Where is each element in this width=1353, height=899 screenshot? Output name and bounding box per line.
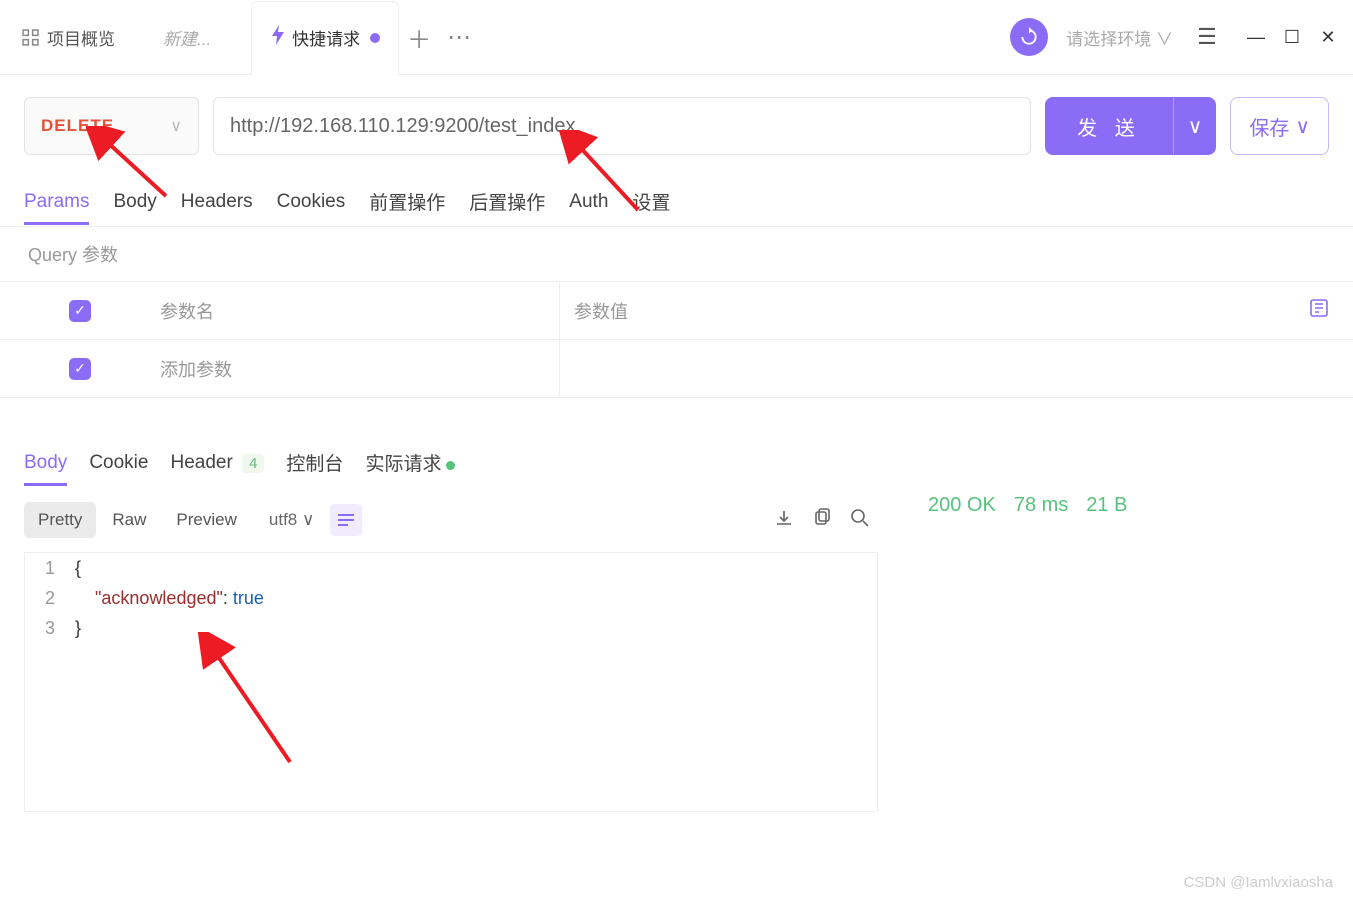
watermark: CSDN @Iamlvxiaosha [1184, 874, 1333, 891]
param-check[interactable]: ✓ [69, 358, 91, 380]
line-number: 3 [25, 618, 75, 639]
view-mode-bar: Pretty Raw Preview utf8 ∨ [24, 502, 900, 538]
status-line: 200 OK 78 ms 21 B [928, 494, 1292, 517]
tab-overview-label: 项目概览 [47, 25, 115, 50]
line-number: 2 [25, 588, 75, 609]
tab-post-script[interactable]: 后置操作 [469, 178, 545, 225]
download-button[interactable] [774, 508, 794, 533]
view-pretty[interactable]: Pretty [24, 502, 96, 538]
request-tabs: Params Body Headers Cookies 前置操作 后置操作 Au… [0, 177, 1353, 227]
copy-button[interactable] [812, 508, 832, 533]
status-size: 21 B [1086, 494, 1127, 517]
code-line: 3 } [25, 613, 877, 643]
response-status-panel: 200 OK 78 ms 21 B [900, 438, 1320, 812]
tab-new-label: 新建... [163, 25, 211, 50]
resp-tab-console[interactable]: 控制台 [286, 441, 343, 484]
encoding-select[interactable]: utf8 ∨ [269, 510, 315, 530]
save-button[interactable]: 保存 ∨ [1230, 97, 1329, 155]
param-value-header: 参数值 [560, 298, 1309, 324]
titlebar: 项目概览 新建... 快捷请求 ＋ ⋯ 请选择环境 ∨ ☰ — ☐ ✕ [0, 0, 1353, 75]
response-area: Body Cookie Header 4 控制台 实际请求 Pretty Raw… [0, 438, 1353, 812]
resp-tab-actual[interactable]: 实际请求 [365, 441, 455, 484]
bolt-icon [270, 25, 286, 50]
search-button[interactable] [850, 508, 870, 533]
bulk-edit-button[interactable] [1309, 298, 1329, 323]
param-check-all[interactable]: ✓ [69, 300, 91, 322]
tab-overview[interactable]: 项目概览 [0, 0, 133, 75]
tab-cookies[interactable]: Cookies [277, 181, 346, 223]
send-button[interactable]: 发 送 ∨ [1045, 97, 1216, 155]
resp-tab-header[interactable]: Header 4 [170, 444, 264, 482]
window-controls: — ☐ ✕ [1243, 24, 1341, 50]
green-dot-icon [446, 461, 455, 470]
status-code: 200 OK [928, 494, 996, 517]
tab-new[interactable]: 新建... [133, 0, 251, 75]
tab-headers[interactable]: Headers [181, 181, 253, 223]
send-label: 发 送 [1045, 112, 1173, 141]
query-params-label: Query 参数 [0, 227, 1353, 281]
refresh-icon [1019, 27, 1039, 47]
environment-select[interactable]: 请选择环境 ∨ [1058, 21, 1181, 54]
refresh-button[interactable] [1010, 18, 1048, 56]
view-preview[interactable]: Preview [162, 502, 250, 538]
line-number: 1 [25, 558, 75, 579]
response-body[interactable]: 1 { 2 "acknowledged": true 3 } [24, 552, 878, 812]
http-method-label: DELETE [41, 116, 114, 136]
param-name-input[interactable]: 添加参数 [160, 340, 560, 397]
tab-settings[interactable]: 设置 [632, 178, 670, 225]
tab-active-request[interactable]: 快捷请求 [251, 1, 399, 76]
chevron-down-icon: ∨ [1295, 114, 1310, 139]
maximize-button[interactable]: ☐ [1279, 24, 1305, 50]
query-params-table: ✓ 参数名 参数值 ✓ 添加参数 [0, 281, 1353, 398]
request-bar: DELETE ∨ http://192.168.110.129:9200/tes… [0, 75, 1353, 177]
wrap-toggle[interactable] [330, 504, 362, 536]
http-method-select[interactable]: DELETE ∨ [24, 97, 199, 155]
url-value: http://192.168.110.129:9200/test_index [230, 115, 575, 138]
titlebar-right: 请选择环境 ∨ ☰ — ☐ ✕ [1010, 18, 1341, 56]
chevron-down-icon: ∨ [302, 510, 314, 529]
header-count-badge: 4 [242, 454, 264, 473]
url-input[interactable]: http://192.168.110.129:9200/test_index [213, 97, 1031, 155]
tab-params[interactable]: Params [24, 181, 89, 223]
unsaved-dot-icon [370, 33, 380, 43]
send-dropdown[interactable]: ∨ [1173, 97, 1217, 155]
tab-auth[interactable]: Auth [569, 181, 608, 223]
grid-icon [22, 29, 39, 46]
tab-body[interactable]: Body [113, 181, 156, 223]
response-actions [774, 508, 870, 533]
chevron-down-icon: ∨ [170, 116, 182, 136]
code-line: 2 "acknowledged": true [25, 583, 877, 613]
status-time: 78 ms [1014, 494, 1068, 517]
param-name-header: 参数名 [160, 282, 560, 339]
chevron-down-icon: ∨ [1156, 30, 1173, 49]
new-tab-button[interactable]: ＋ [399, 20, 439, 55]
resp-tab-cookie[interactable]: Cookie [89, 444, 148, 482]
response-left: Body Cookie Header 4 控制台 实际请求 Pretty Raw… [0, 438, 900, 812]
view-raw[interactable]: Raw [98, 502, 160, 538]
resp-tab-body[interactable]: Body [24, 444, 67, 482]
param-header-row: ✓ 参数名 参数值 [0, 282, 1353, 340]
close-button[interactable]: ✕ [1315, 24, 1341, 50]
hamburger-menu-button[interactable]: ☰ [1191, 21, 1223, 53]
response-tabs: Body Cookie Header 4 控制台 实际请求 [24, 438, 900, 488]
save-label: 保存 [1249, 112, 1289, 141]
tab-pre-script[interactable]: 前置操作 [369, 178, 445, 225]
env-placeholder: 请选择环境 [1066, 30, 1151, 49]
tab-active-label: 快捷请求 [292, 25, 360, 50]
more-tabs-button[interactable]: ⋯ [439, 23, 479, 52]
minimize-button[interactable]: — [1243, 24, 1269, 50]
code-line: 1 { [25, 553, 877, 583]
param-add-row[interactable]: ✓ 添加参数 [0, 340, 1353, 398]
